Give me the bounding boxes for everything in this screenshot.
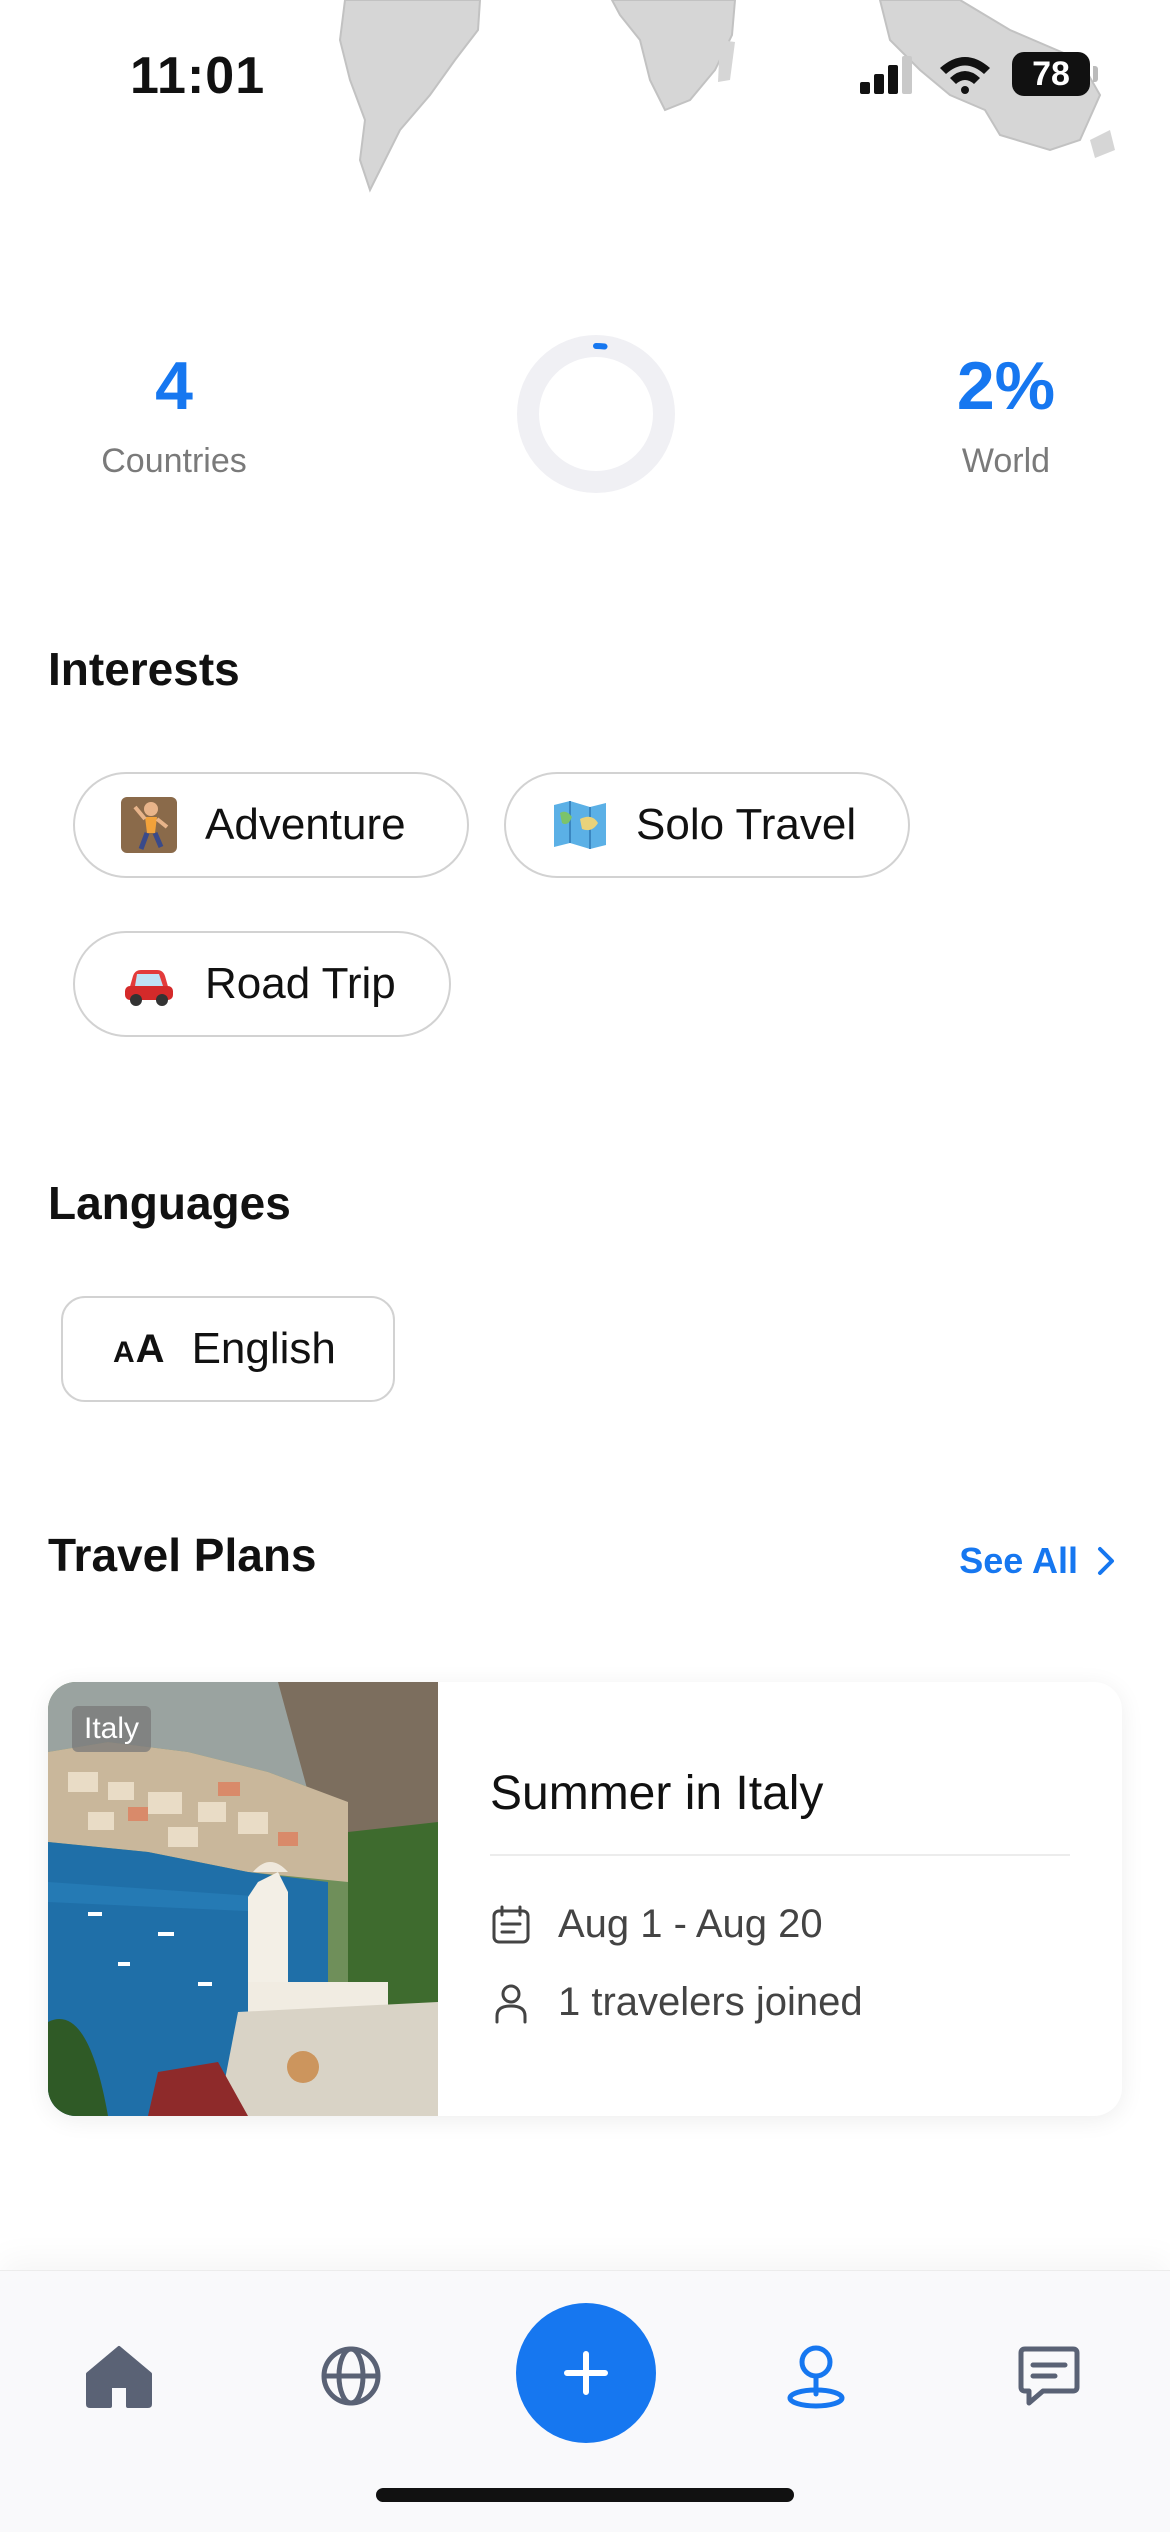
world-label: World xyxy=(961,442,1051,480)
battery-indicator: 78 xyxy=(1012,52,1098,96)
travel-plan-dates-row: Aug 1 - Aug 20 xyxy=(490,1902,823,1947)
chevron-right-icon xyxy=(1098,1547,1114,1575)
languages-title: Languages xyxy=(48,1177,291,1229)
world-stat: 2% World xyxy=(876,352,1136,481)
home-icon xyxy=(86,2346,152,2408)
travel-plan-card[interactable]: Italy Summer in Italy Aug 1 - Aug 20 1 t… xyxy=(48,1682,1122,2116)
travel-plan-travelers-row: 1 travelers joined xyxy=(490,1980,863,2025)
travel-plans-title: Travel Plans xyxy=(48,1529,317,1581)
see-all-label: See All xyxy=(959,1540,1078,1581)
interest-chip-solo-travel[interactable]: Solo Travel xyxy=(504,772,910,878)
interest-label: Road Trip xyxy=(205,959,396,1008)
person-icon xyxy=(495,1984,527,2023)
text-size-icon: AA xyxy=(113,1326,166,1371)
add-icon xyxy=(564,2351,608,2395)
travel-plan-photo: Italy xyxy=(48,1682,438,2116)
home-indicator xyxy=(376,2488,794,2502)
language-label: English xyxy=(191,1324,336,1373)
globe-icon xyxy=(321,2346,381,2406)
countries-stat: 4 Countries xyxy=(44,352,304,481)
calendar-icon xyxy=(492,1905,530,1943)
cellular-signal-icon xyxy=(860,56,912,94)
interests-title: Interests xyxy=(48,643,240,695)
chat-icon xyxy=(1018,2346,1080,2406)
language-chip-english[interactable]: AA English xyxy=(61,1296,395,1402)
wifi-icon xyxy=(940,57,990,94)
nav-messages-button[interactable] xyxy=(1004,2331,1094,2421)
car-emoji-icon xyxy=(125,970,173,1006)
card-divider xyxy=(490,1854,1070,1856)
countries-label: Countries xyxy=(101,442,247,480)
location-pin-icon xyxy=(787,2345,845,2409)
nav-explore-button[interactable] xyxy=(306,2331,396,2421)
add-plan-button[interactable] xyxy=(516,2303,656,2443)
see-all-link[interactable]: See All xyxy=(959,1540,1116,1582)
country-tag: Italy xyxy=(72,1706,152,1752)
status-time: 11:01 xyxy=(130,47,266,105)
interest-chip-adventure[interactable]: Adventure xyxy=(73,772,469,878)
world-progress-ring xyxy=(517,335,675,493)
countries-count: 4 xyxy=(155,348,193,424)
interest-chip-road-trip[interactable]: Road Trip xyxy=(73,931,451,1037)
climber-emoji-icon xyxy=(121,797,177,853)
world-percent: 2% xyxy=(956,348,1056,424)
interest-label: Adventure xyxy=(205,800,406,849)
map-emoji-icon xyxy=(554,801,606,849)
travel-plan-travelers: 1 travelers joined xyxy=(558,1980,863,2024)
travel-plan-dates: Aug 1 - Aug 20 xyxy=(558,1902,823,1946)
nav-home-button[interactable] xyxy=(74,2331,164,2421)
status-icons: 78 xyxy=(858,52,1098,96)
nav-profile-location-button[interactable] xyxy=(771,2331,861,2421)
interest-label: Solo Travel xyxy=(636,800,857,849)
world-progress-arc xyxy=(593,343,608,350)
travel-plan-title: Summer in Italy xyxy=(490,1767,824,1820)
